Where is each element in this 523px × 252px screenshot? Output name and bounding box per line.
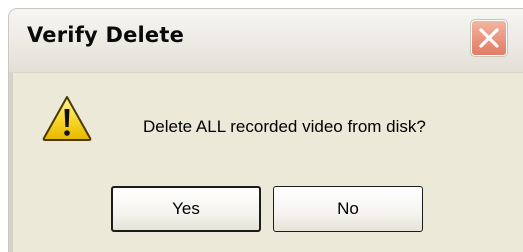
yes-button[interactable]: Yes [111, 186, 261, 232]
dialog-title: Verify Delete [27, 23, 185, 47]
verify-delete-dialog: Verify Delete Delete ALL recorded video … [8, 8, 523, 252]
close-button[interactable] [470, 19, 508, 57]
close-icon [479, 28, 499, 48]
title-bar[interactable]: Verify Delete [9, 9, 523, 73]
window-border [9, 73, 13, 252]
no-button-label: No [337, 199, 359, 218]
warning-icon [42, 96, 92, 141]
yes-button-label: Yes [172, 199, 200, 218]
dialog-message: Delete ALL recorded video from disk? [143, 117, 426, 136]
no-button[interactable]: No [273, 186, 423, 232]
